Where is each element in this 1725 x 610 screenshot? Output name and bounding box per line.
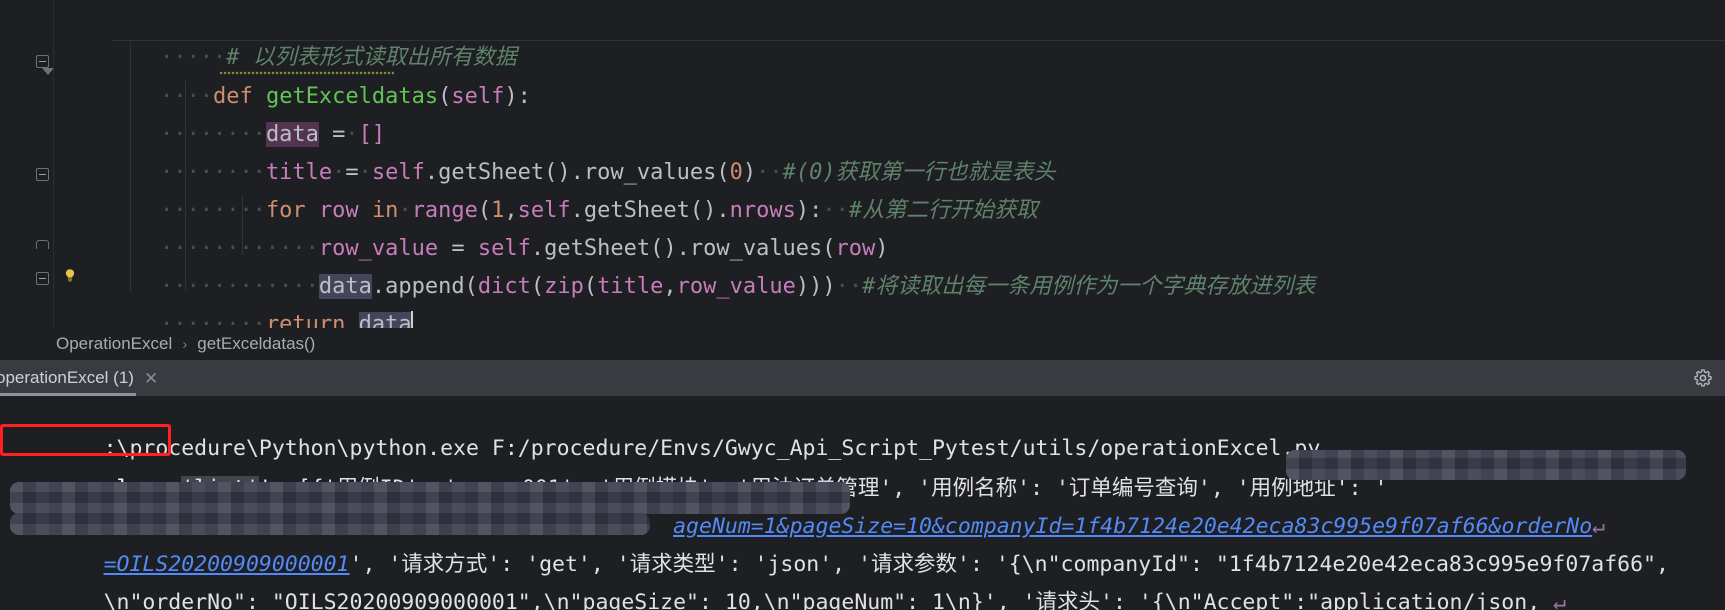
run-tool-window: operationExcel (1) ✕ :\procedure\Python\… xyxy=(0,360,1725,610)
console-line-params: \n"orderNo": "OILS20200909000001",\n"pag… xyxy=(0,546,1725,610)
redaction-block-url-1 xyxy=(1286,450,1686,480)
editor-gutter[interactable] xyxy=(0,0,75,328)
redaction-block-url-2 xyxy=(10,482,850,514)
wrap-indicator-icon: ↵ xyxy=(1553,590,1567,610)
inspection-squiggle xyxy=(219,70,394,75)
code-editor[interactable]: ·····# 以列表形式读取出所有数据 ····def getExceldata… xyxy=(0,0,1725,363)
breadcrumb-item-class[interactable]: OperationExcel xyxy=(54,334,174,354)
breadcrumb-separator-icon: › xyxy=(182,335,188,353)
code-line-return[interactable]: ········return data xyxy=(54,268,1725,337)
code-line-for[interactable]: ········for row in·range(1,self.getSheet… xyxy=(54,154,1725,223)
run-tab-bar[interactable]: operationExcel (1) ✕ xyxy=(0,360,1725,396)
code-lines[interactable]: ·····# 以列表形式读取出所有数据 ····def getExceldata… xyxy=(54,0,1725,363)
run-tab-operationexcel[interactable]: operationExcel (1) ✕ xyxy=(0,360,168,396)
fold-marker-block-end xyxy=(36,240,49,249)
gear-icon[interactable] xyxy=(1693,368,1713,388)
code-line-append[interactable]: ············data.append(dict(zip(title,r… xyxy=(54,230,1725,299)
code-line-comment-header[interactable]: ·····# 以列表形式读取出所有数据 xyxy=(54,4,1725,70)
redaction-block-url-3 xyxy=(10,513,650,535)
breadcrumb-item-method[interactable]: getExceldatas() xyxy=(195,334,317,354)
console-request-params: \n"orderNo": "OILS20200909000001",\n"pag… xyxy=(103,590,1554,610)
close-icon[interactable]: ✕ xyxy=(144,370,158,387)
code-line-data-assign[interactable]: ········data =·[] xyxy=(54,78,1725,147)
breadcrumb[interactable]: OperationExcel › getExceldatas() xyxy=(0,328,1725,360)
fold-marker-for[interactable] xyxy=(36,168,49,181)
code-line-title-assign[interactable]: ········title·=·self.getSheet().row_valu… xyxy=(54,116,1725,185)
run-tab-label: operationExcel (1) xyxy=(0,368,134,387)
code-line-row-value-assign[interactable]: ············row_value = self.getSheet().… xyxy=(54,192,1725,261)
ide-window: ·····# 以列表形式读取出所有数据 ····def getExceldata… xyxy=(0,0,1725,610)
console-line-command: :\procedure\Python\python.exe F:/procedu… xyxy=(0,398,1725,461)
fold-marker-def[interactable] xyxy=(36,55,49,68)
fold-marker-return[interactable] xyxy=(36,272,49,285)
code-line-def[interactable]: ····def getExceldatas(self): xyxy=(54,40,1725,109)
